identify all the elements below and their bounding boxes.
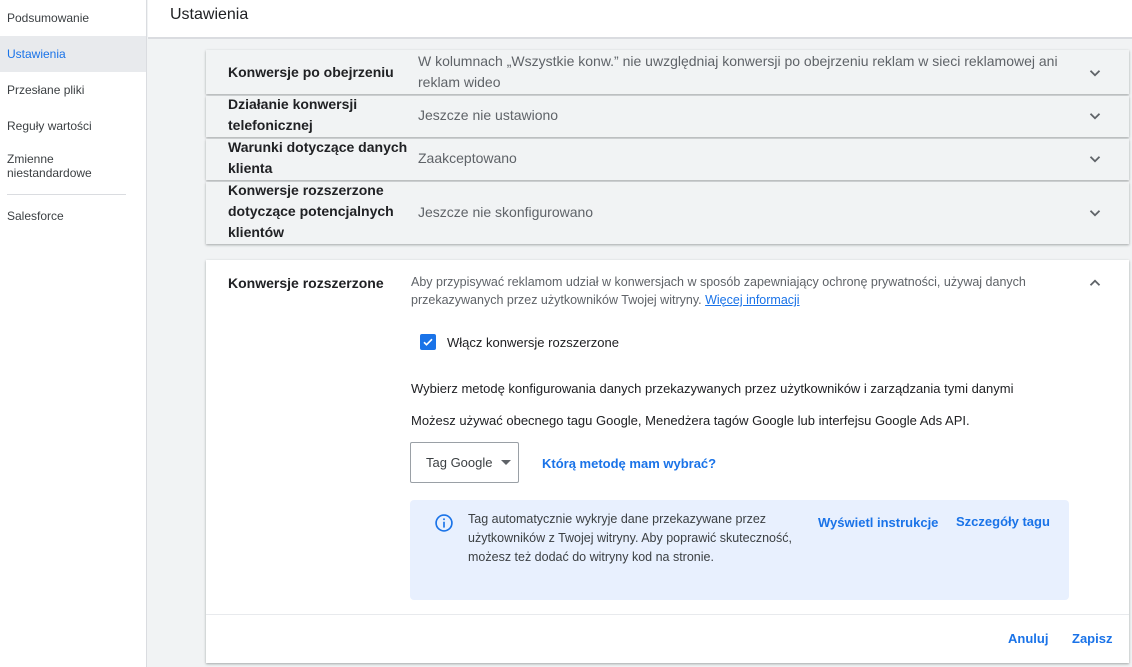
chevron-down-icon[interactable] [1086, 107, 1104, 125]
enable-enhanced-conversions-row: Włącz konwersje rozszerzone [420, 334, 619, 350]
chevron-up-icon[interactable] [1086, 274, 1104, 292]
card-customer-data-terms[interactable]: Warunki dotyczące danych klienta Zaakcep… [206, 139, 1129, 180]
which-method-link[interactable]: Którą metodę mam wybrać? [542, 456, 716, 471]
cancel-button[interactable]: Anuluj [1008, 631, 1048, 646]
tag-details-link[interactable]: Szczegóły tagu [956, 514, 1050, 529]
chevron-down-icon[interactable] [1086, 64, 1104, 82]
enable-enhanced-conversions-checkbox[interactable] [420, 334, 436, 350]
card-label: Działanie konwersji telefonicznej [228, 96, 358, 133]
info-box: Tag automatycznie wykryje dane przekazyw… [410, 500, 1069, 600]
card-footer-divider [206, 614, 1129, 615]
card-label: Konwersje po obejrzeniu [228, 64, 394, 80]
page-title: Ustawienia [170, 6, 249, 23]
card-enhanced-conversions: Konwersje rozszerzone Aby przypisywać re… [206, 260, 1129, 663]
chevron-down-icon[interactable] [1086, 204, 1104, 222]
card-value: W kolumnach „Wszystkie konw.” nie uwzglę… [418, 53, 1058, 90]
learn-more-link[interactable]: Więcej informacji [705, 293, 799, 307]
method-subtext: Możesz używać obecnego tagu Google, Mene… [411, 413, 970, 428]
view-instructions-link[interactable]: Wyświetl instrukcje [818, 515, 938, 530]
card-label: Konwersje rozszerzone [228, 275, 384, 291]
sidebar-item-zmienne-niestandardowe[interactable]: Zmienne niestandardowe [0, 144, 110, 194]
card-value: Jeszcze nie skonfigurowano [418, 204, 594, 220]
page-header: Ustawienia [148, 0, 1132, 39]
card-label: Konwersje rozszerzone dotyczące potencja… [228, 182, 394, 240]
save-button[interactable]: Zapisz [1072, 631, 1112, 646]
card-view-through-conversions[interactable]: Konwersje po obejrzeniu W kolumnach „Wsz… [206, 50, 1129, 94]
sidebar-item-salesforce[interactable]: Salesforce [0, 195, 146, 237]
dropdown-caret-icon [500, 460, 511, 465]
card-description: Aby przypisywać reklamom udział w konwer… [411, 273, 1071, 309]
sidebar-item-reguly-wartosci[interactable]: Reguły wartości [0, 108, 146, 144]
sidebar-item-podsumowanie[interactable]: Podsumowanie [0, 0, 146, 36]
sidebar-item-przeslane-pliki[interactable]: Przesłane pliki [0, 72, 146, 108]
card-phone-call-conversions[interactable]: Działanie konwersji telefonicznej Jeszcz… [206, 96, 1129, 137]
info-text: Tag automatycznie wykryje dane przekazyw… [468, 512, 792, 564]
sidebar: Podsumowanie Ustawienia Przesłane pliki … [0, 0, 147, 667]
method-select[interactable]: Tag Google [410, 442, 519, 483]
card-label: Warunki dotyczące danych klienta [228, 139, 408, 176]
checkbox-label: Włącz konwersje rozszerzone [447, 334, 619, 350]
info-icon [435, 514, 453, 532]
card-value: Jeszcze nie ustawiono [418, 107, 559, 123]
chevron-down-icon[interactable] [1086, 150, 1104, 168]
check-icon [423, 338, 433, 346]
card-value: Zaakceptowano [418, 150, 517, 166]
select-value: Tag Google [426, 455, 493, 470]
card-enhanced-conversions-leads[interactable]: Konwersje rozszerzone dotyczące potencja… [206, 182, 1129, 244]
method-heading: Wybierz metodę konfigurowania danych prz… [411, 381, 1014, 396]
sidebar-item-ustawienia[interactable]: Ustawienia [0, 36, 146, 72]
